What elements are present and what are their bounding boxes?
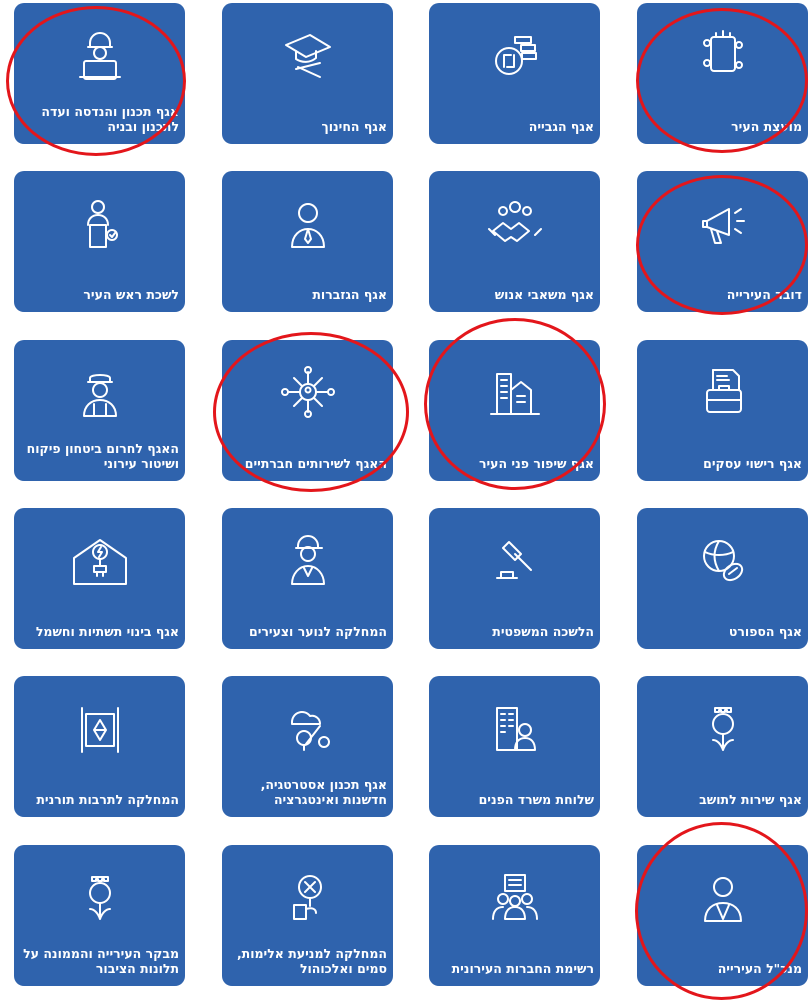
department-label: המחלקה לנוער וצעירים <box>248 624 387 639</box>
mayor-podium-icon <box>60 191 140 253</box>
department-label: אגף הגזברות <box>312 287 387 302</box>
strategy-innovation-icon <box>268 696 348 758</box>
house-electric-icon <box>60 528 140 590</box>
department-label: המחלקה לתרבות תורנית <box>36 792 179 807</box>
department-label: אגף החינוך <box>321 119 387 134</box>
city-emblem-icon <box>683 696 763 758</box>
police-officer-icon <box>60 360 140 422</box>
torah-scroll-icon <box>60 696 140 758</box>
comptroller-emblem-icon <box>60 865 140 927</box>
department-tile[interactable]: דובר העירייה <box>637 171 808 312</box>
department-tile[interactable]: מבקר העירייה והממונה על תלונות הציבור <box>14 845 185 986</box>
sports-balls-icon <box>683 528 763 590</box>
department-tile[interactable]: הלשכה המשפטית <box>429 508 600 649</box>
department-tile[interactable]: אגף שירות לתושב <box>637 676 808 817</box>
department-tile[interactable]: אגף רישוי עסקים <box>637 340 808 481</box>
ceo-person-icon <box>683 865 763 927</box>
department-label: אגף הספורט <box>728 624 802 639</box>
department-label: לשכת ראש העיר <box>83 287 179 302</box>
megaphone-icon <box>683 191 763 253</box>
department-tile[interactable]: האגף לשירותים חברתיים <box>222 340 393 481</box>
shekel-coins-icon <box>475 23 555 85</box>
department-label: אגף משאבי אנוש <box>494 287 594 302</box>
department-tile[interactable]: אגף תכנון והנדסה ועדה לתכנון ובניה <box>14 3 185 144</box>
department-tile[interactable]: לשכת ראש העיר <box>14 171 185 312</box>
department-tile[interactable]: המחלקה למניעת אלימות, סמים ואלכוהול <box>222 845 393 986</box>
department-label: דובר העירייה <box>726 287 802 302</box>
department-label: מנכ"ל העירייה <box>717 961 802 976</box>
social-network-icon <box>268 360 348 422</box>
department-label: האגף לשירותים חברתיים <box>244 456 387 471</box>
city-council-icon <box>683 23 763 85</box>
department-tile[interactable]: אגף תכנון אסטרטגיה, חדשנות ואינטגרציה <box>222 676 393 817</box>
department-label: שלוחת משרד הפנים <box>478 792 594 807</box>
handshake-people-icon <box>475 191 555 253</box>
graduation-cap-icon <box>268 23 348 85</box>
department-tile[interactable]: אגף החינוך <box>222 3 393 144</box>
department-label: אגף שיפור פני העיר <box>478 456 594 471</box>
briefcase-document-icon <box>683 360 763 422</box>
group-list-icon <box>475 865 555 927</box>
department-tile[interactable]: מנכ"ל העירייה <box>637 845 808 986</box>
department-label: הלשכה המשפטית <box>492 624 594 639</box>
prevention-magnifier-icon <box>268 865 348 927</box>
department-tile[interactable]: אגף שיפור פני העיר <box>429 340 600 481</box>
department-label: מבקר העירייה והממונה על תלונות הציבור <box>23 946 179 976</box>
department-label: אגף בינוי תשתיות וחשמל <box>35 624 179 639</box>
department-label: אגף תכנון אסטרטגיה, חדשנות ואינטגרציה <box>260 777 387 807</box>
department-label: אגף הגבייה <box>528 119 594 134</box>
department-label: אגף שירות לתושב <box>699 792 802 807</box>
department-label: האגף לחרום ביטחון פיקוח ושיטור עירוני <box>26 441 179 471</box>
city-buildings-icon <box>475 360 555 422</box>
department-tile[interactable]: אגף משאבי אנוש <box>429 171 600 312</box>
department-label: המחלקה למניעת אלימות, סמים ואלכוהול <box>236 946 387 976</box>
department-tile[interactable]: רשימת החברות העירונית <box>429 845 600 986</box>
department-tile[interactable]: אגף בינוי תשתיות וחשמל <box>14 508 185 649</box>
department-label: מועצת העיר <box>731 119 802 134</box>
department-tile[interactable]: האגף לחרום ביטחון פיקוח ושיטור עירוני <box>14 340 185 481</box>
engineer-blueprint-icon <box>60 23 140 85</box>
department-tile[interactable]: המחלקה לתרבות תורנית <box>14 676 185 817</box>
department-tile[interactable]: המחלקה לנוער וצעירים <box>222 508 393 649</box>
department-label: אגף רישוי עסקים <box>703 456 802 471</box>
department-tile[interactable]: מועצת העיר <box>637 3 808 144</box>
department-tile[interactable]: שלוחת משרד הפנים <box>429 676 600 817</box>
department-tile[interactable]: אגף הספורט <box>637 508 808 649</box>
department-label: רשימת החברות העירונית <box>451 961 594 976</box>
department-label: אגף תכנון והנדסה ועדה לתכנון ובניה <box>41 104 179 134</box>
gavel-icon <box>475 528 555 590</box>
department-tile[interactable]: אגף הגבייה <box>429 3 600 144</box>
treasurer-person-icon <box>268 191 348 253</box>
office-building-person-icon <box>475 696 555 758</box>
department-tile[interactable]: אגף הגזברות <box>222 171 393 312</box>
youth-person-icon <box>268 528 348 590</box>
